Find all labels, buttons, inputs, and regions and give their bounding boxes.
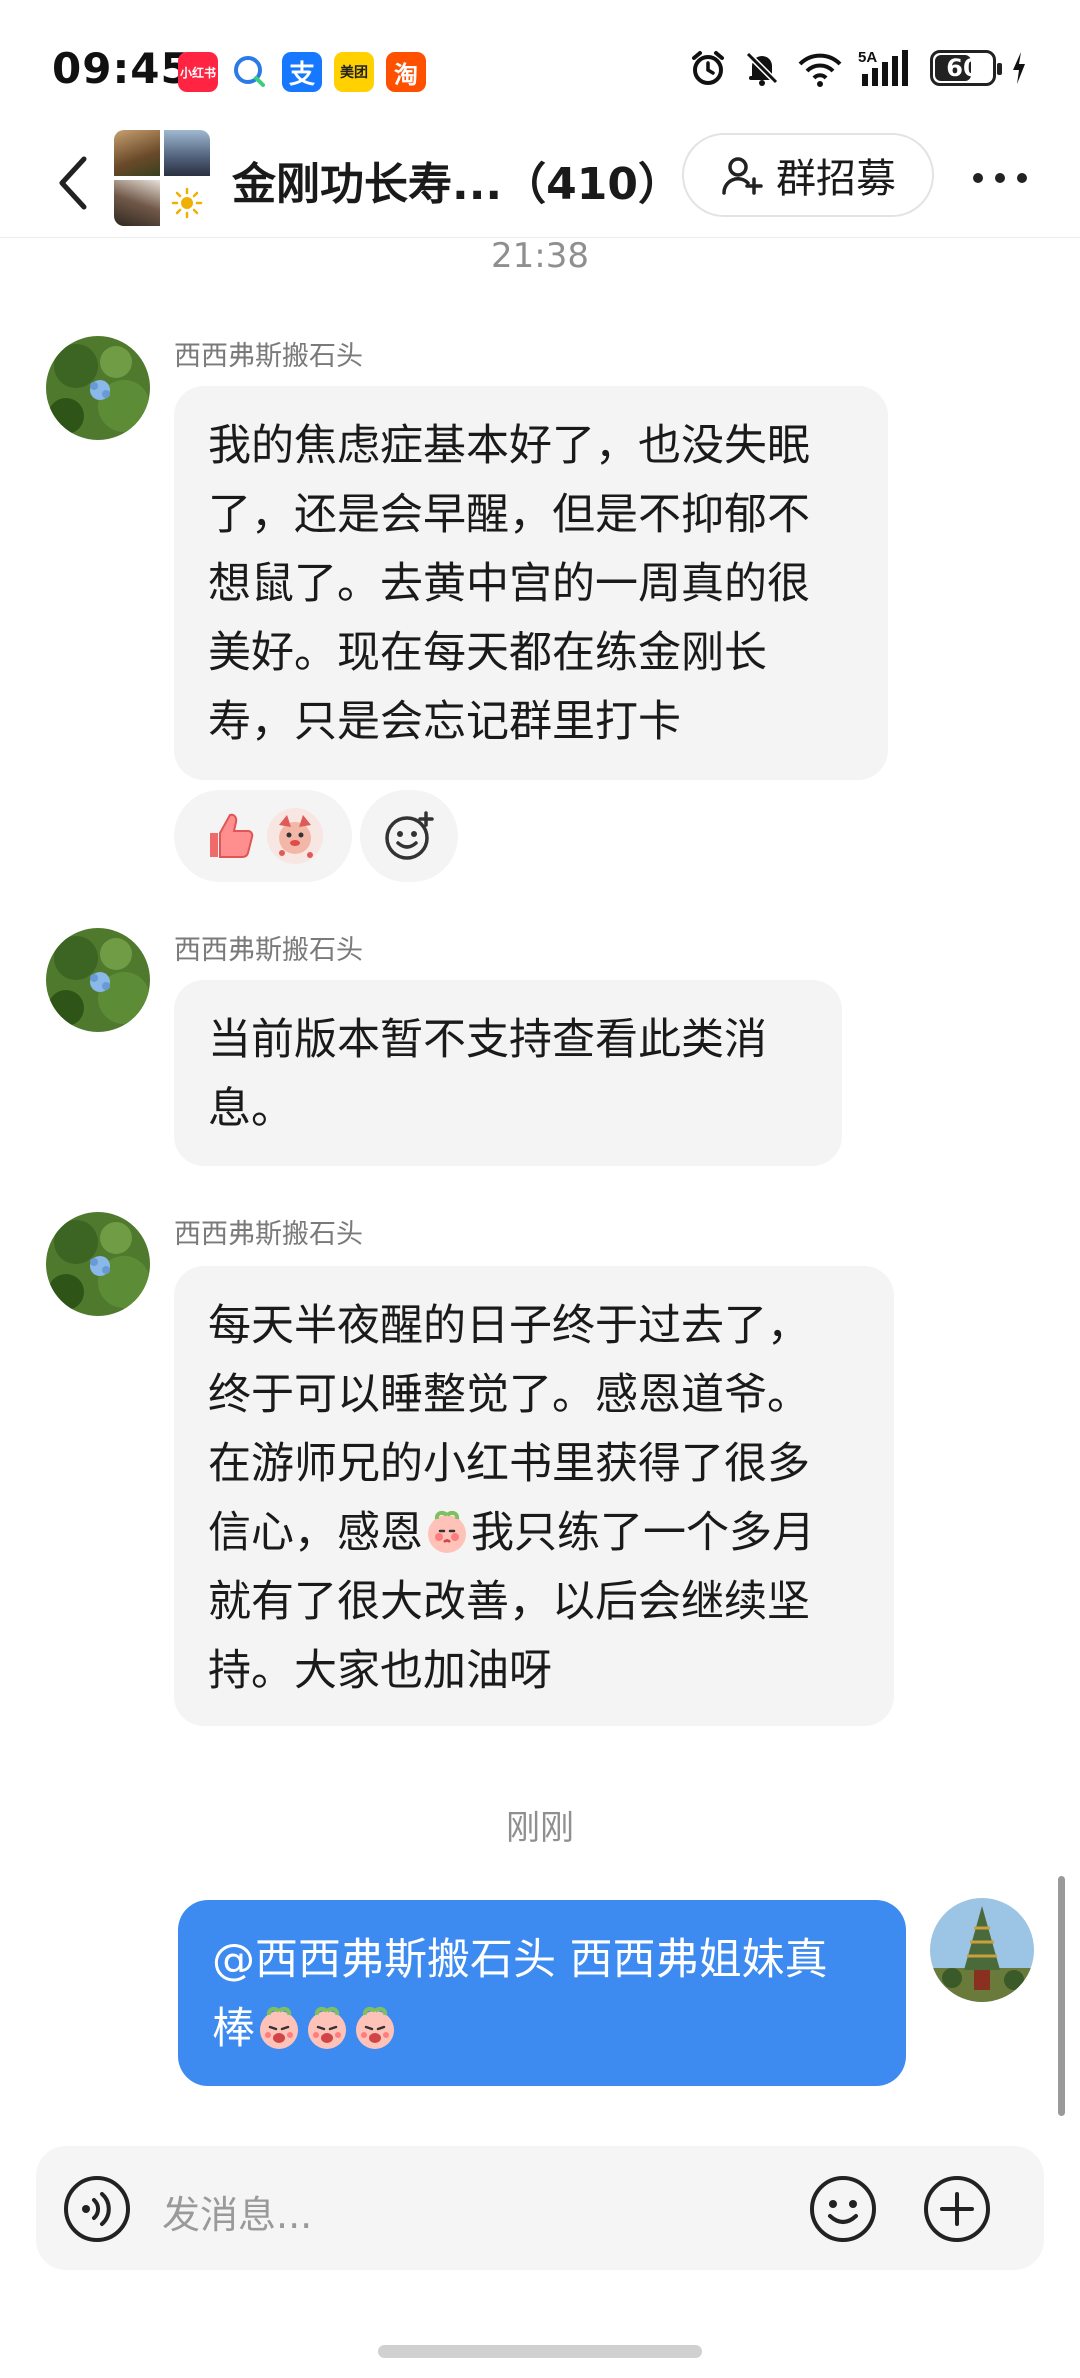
avatar[interactable]	[46, 928, 150, 1032]
message-line: 美好。现在每天都在练金刚长	[208, 628, 767, 678]
add-emoji-icon	[385, 811, 434, 860]
sender-name: 西西弗斯搬石头	[174, 935, 363, 966]
meituan-icon: 美团	[334, 52, 374, 92]
sun-icon	[171, 187, 203, 219]
reactions-pill[interactable]	[174, 790, 352, 882]
message-line: 持。大家也加油呀	[208, 1646, 552, 1696]
message-line: 了，还是会早醒，但是不抑郁不	[208, 490, 810, 540]
chat-timestamp: 刚刚	[506, 1808, 574, 1848]
message-bubble[interactable]: 当前版本暂不支持查看此类消 息。	[174, 980, 842, 1166]
sender-name: 西西弗斯搬石头	[174, 341, 363, 372]
home-indicator[interactable]	[378, 2345, 702, 2358]
taobao-icon: 淘	[386, 52, 426, 92]
smiley-icon	[810, 2176, 876, 2242]
message-line: 就有了很大改善，以后会继续坚	[208, 1577, 810, 1627]
voice-icon	[64, 2176, 130, 2242]
shy-peach-emoji-icon	[428, 1510, 466, 1553]
mute-bell-icon	[742, 48, 782, 88]
chevron-left-icon	[59, 156, 87, 210]
status-app-icons: 小红书 支 美团 淘	[178, 52, 426, 92]
my-message-bubble[interactable]: @西西弗斯搬石头 西西弗姐妹真 棒	[178, 1900, 906, 2086]
message-line: @西西弗斯搬石头 西西弗姐妹真	[212, 1935, 828, 1985]
message-bubble[interactable]: 每天半夜醒的日子终于过去了， 终于可以睡整觉了。感恩道爷。 在游师兄的小红书里获…	[174, 1266, 894, 1726]
more-options-button[interactable]	[960, 148, 1040, 208]
group-title[interactable]: 金刚功长寿...（410）	[232, 148, 682, 212]
charging-icon	[1010, 50, 1028, 86]
cellular-signal-icon: 5A	[858, 48, 916, 88]
my-avatar[interactable]	[930, 1898, 1034, 2002]
add-reaction-button[interactable]	[360, 790, 458, 882]
status-time: 09:45	[52, 44, 191, 93]
message-input-bar: 发消息...	[36, 2146, 1044, 2270]
message-line: 我的焦虑症基本好了，也没失眠	[208, 421, 810, 471]
chat-header: 金刚功长寿...（410） 群招募	[0, 130, 1080, 238]
sender-name: 西西弗斯搬石头	[174, 1219, 363, 1250]
chat-screen: 09:45 小红书 支 美团 淘 5A 60 金刚功长寿...（410） 群招募…	[0, 0, 1080, 2378]
emoji-button[interactable]	[808, 2174, 878, 2244]
message-line: 想鼠了。去黄中宫的一周真的很	[208, 559, 810, 609]
more-dots-icon	[973, 173, 1027, 183]
avatar-flower-image	[46, 1212, 150, 1316]
more-actions-button[interactable]	[922, 2174, 992, 2244]
svg-text:5A: 5A	[858, 49, 877, 66]
plus-circle-icon	[924, 2176, 990, 2242]
message-line: 在游师兄的小红书里获得了很多	[208, 1439, 810, 1489]
battery-percent: 60	[946, 54, 980, 82]
peach-cry-emoji-icon	[308, 2006, 346, 2049]
alipay-icon: 支	[282, 52, 322, 92]
voice-input-button[interactable]	[62, 2174, 132, 2244]
wifi-icon	[796, 48, 844, 88]
group-avatar[interactable]	[114, 130, 210, 226]
avatar-flower-image	[46, 928, 150, 1032]
thumbs-up-icon	[210, 813, 254, 858]
avatar-tower-image	[930, 1898, 1034, 2002]
avatar-flower-image	[46, 336, 150, 440]
message-line: 终于可以睡整觉了。感恩道爷。	[208, 1370, 810, 1420]
reaction-avatar-icon	[267, 808, 323, 864]
xiaohongshu-icon: 小红书	[178, 52, 218, 92]
chat-timestamp: 21:38	[491, 236, 589, 276]
back-button[interactable]	[42, 150, 102, 216]
message-line: 棒	[212, 1995, 872, 2064]
chat-bubble-icon	[230, 52, 270, 92]
message-input-field[interactable]: 发消息...	[162, 2184, 312, 2239]
message-line: 息。	[208, 1084, 294, 1134]
peach-cry-emoji-icon	[356, 2006, 394, 2049]
message-line: 信心，感恩 我只练了一个多月	[208, 1508, 815, 1558]
group-recruit-button[interactable]: 群招募	[682, 133, 934, 217]
message-line: 当前版本暂不支持查看此类消	[208, 1015, 767, 1065]
message-line: 每天半夜醒的日子终于过去了，	[208, 1301, 810, 1351]
scrollbar[interactable]	[1058, 1876, 1065, 2116]
status-right-icons: 5A 60	[688, 48, 1028, 88]
message-line: 寿，只是会忘记群里打卡	[208, 697, 681, 747]
avatar[interactable]	[46, 336, 150, 440]
message-bubble[interactable]: 我的焦虑症基本好了，也没失眠 了，还是会早醒，但是不抑郁不 想鼠了。去黄中宫的一…	[174, 386, 888, 780]
alarm-icon	[688, 48, 728, 88]
add-person-icon	[722, 157, 763, 195]
group-recruit-label: 群招募	[776, 156, 896, 202]
battery-icon: 60	[930, 50, 1002, 86]
status-bar: 09:45 小红书 支 美团 淘 5A 60	[0, 0, 1080, 130]
peach-cry-emoji-icon	[260, 2006, 298, 2049]
avatar[interactable]	[46, 1212, 150, 1316]
